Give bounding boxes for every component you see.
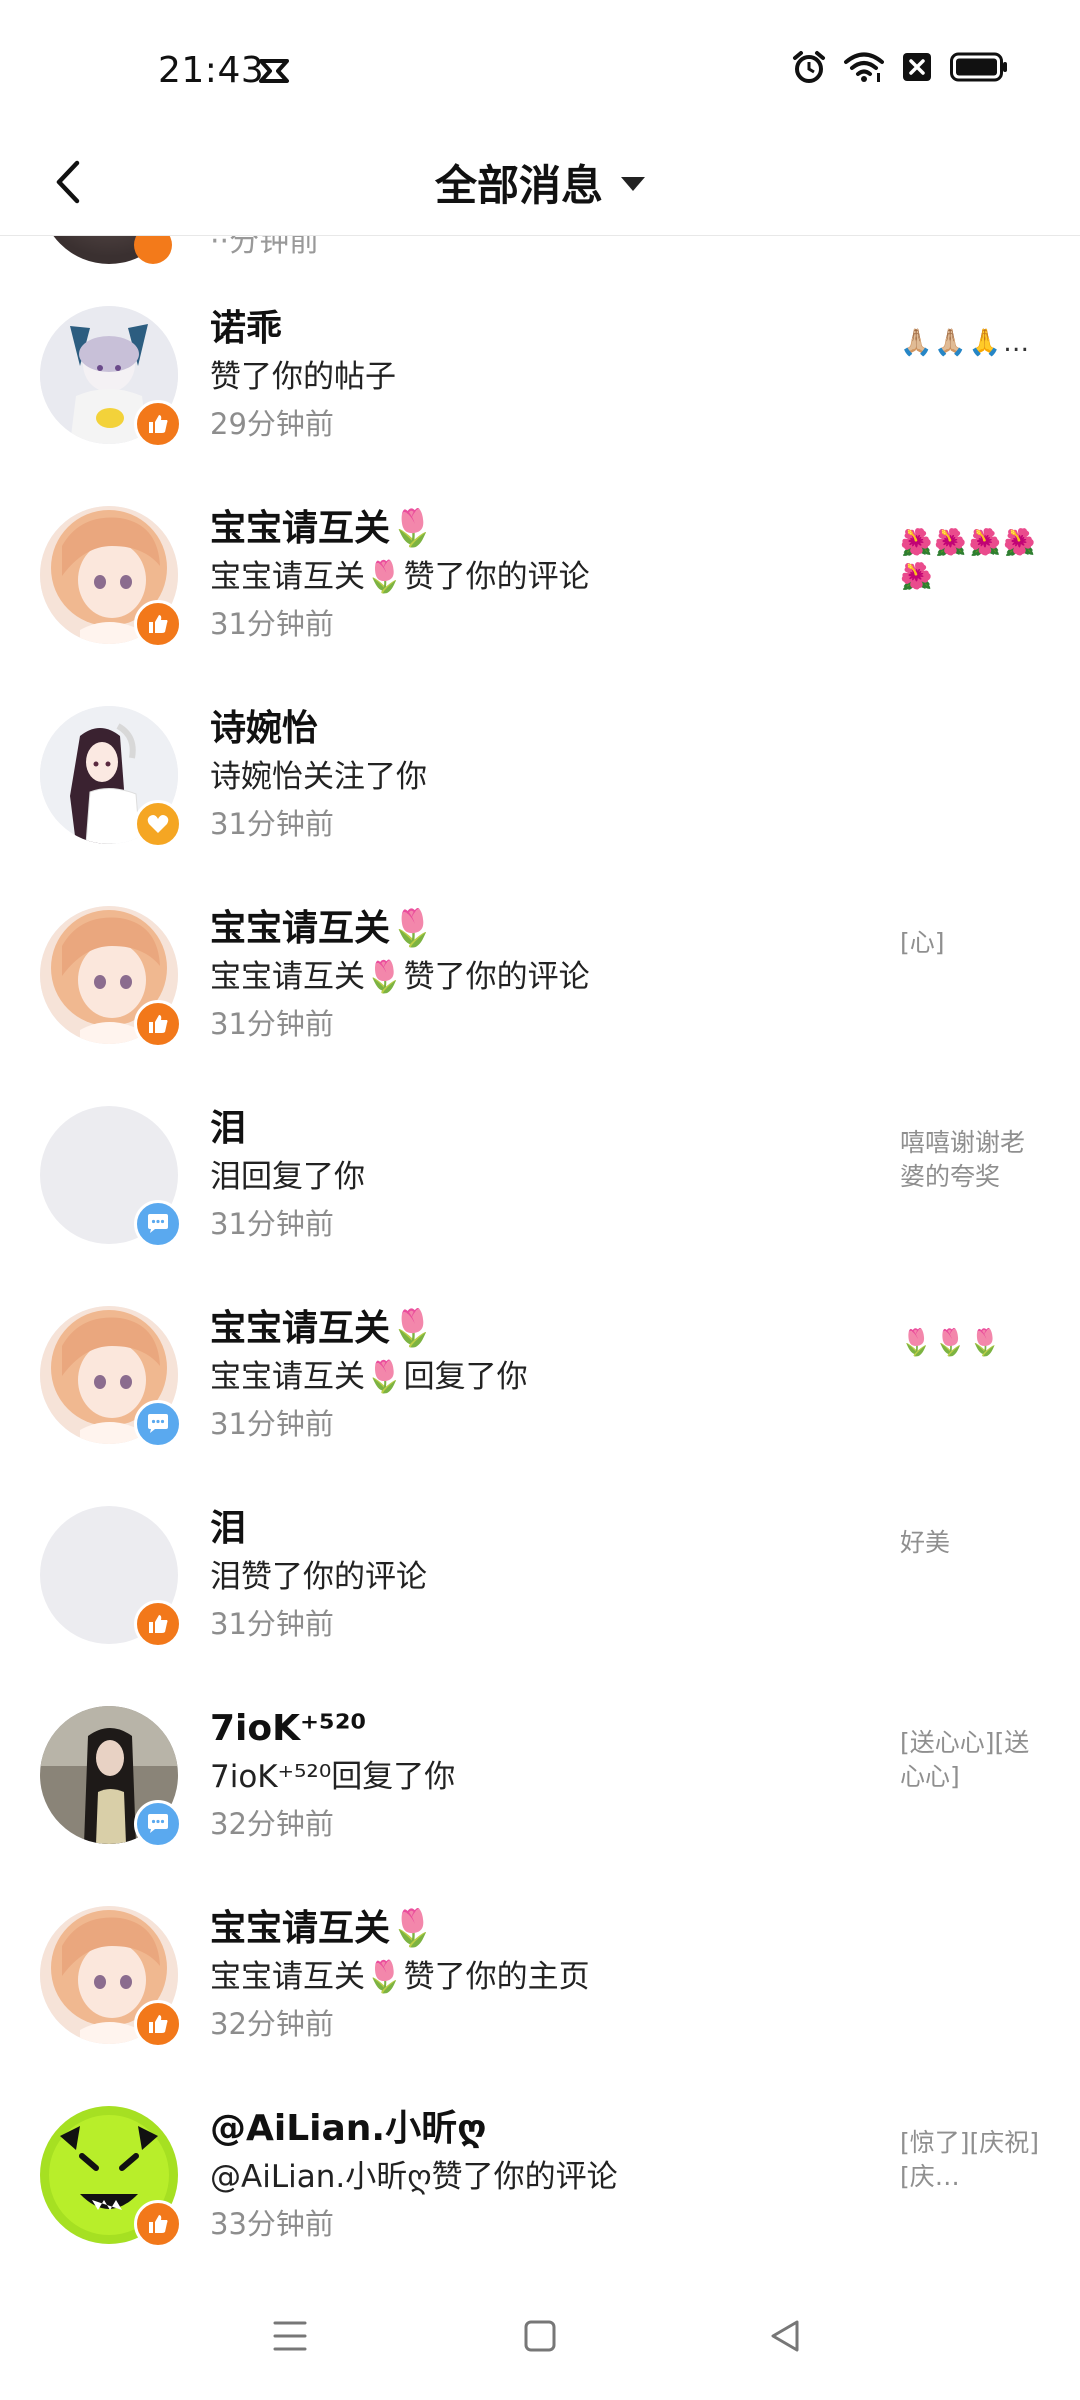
sender-name: @AiLian.小昕ღ xyxy=(210,2108,487,2149)
message-time: 31分钟前 xyxy=(210,1407,334,1441)
list-item[interactable]: 宝宝请互关🌷 宝宝请互关🌷赞了你的评论 31分钟前 [心] xyxy=(0,864,1080,1064)
message-action: 赞了你的帖子 xyxy=(210,359,396,395)
caret-down-icon xyxy=(621,177,645,191)
thumbs-up-icon xyxy=(134,600,182,648)
thumbs-up-icon xyxy=(134,2000,182,2048)
status-time: 21:43 xyxy=(158,50,265,91)
list-item[interactable]: @AiLian.小昕ღ @AiLian.小昕ღ赞了你的评论 33分钟前 [惊了]… xyxy=(0,2064,1080,2256)
capcut-icon xyxy=(259,59,289,83)
chat-bubble-icon xyxy=(134,1800,182,1848)
sender-name: 泪 xyxy=(210,1508,247,1549)
message-preview: 🙏🏼🙏🏼🙏… xyxy=(900,328,1032,358)
thumbs-up-icon xyxy=(134,400,182,448)
message-preview: 🌺🌺🌺🌺🌺 xyxy=(900,528,1038,592)
avatar-wrap[interactable] xyxy=(40,1506,182,1648)
battery-icon xyxy=(950,52,1007,82)
avatar-wrap[interactable] xyxy=(40,2106,182,2248)
menu-icon xyxy=(273,2321,307,2351)
sender-name: 7ioK⁺⁵²⁰ xyxy=(210,1708,367,1749)
sender-name: 诗婉怡 xyxy=(210,708,319,749)
sender-name: 宝宝请互关🌷 xyxy=(210,508,435,549)
thumbs-up-icon xyxy=(134,2200,182,2248)
list-item[interactable]: 宝宝请互关🌷 宝宝请互关🌷赞了你的评论 31分钟前 🌺🌺🌺🌺🌺 xyxy=(0,464,1080,664)
message-time: 31分钟前 xyxy=(210,1207,334,1241)
avatar-wrap[interactable] xyxy=(40,306,182,448)
menu-button[interactable] xyxy=(260,2306,320,2366)
header: 全部消息 xyxy=(0,130,1080,236)
message-time: 29分钟前 xyxy=(210,407,334,441)
message-action: 诗婉怡关注了你 xyxy=(210,759,427,795)
home-button[interactable] xyxy=(510,2306,570,2366)
message-time: 31分钟前 xyxy=(210,1607,334,1641)
message-list[interactable]: ··分钟前 诺乖 赞了你的帖子 29分钟前 🙏🏼🙏🏼🙏… 宝宝请互关🌷 宝宝请互… xyxy=(0,236,1080,2256)
alarm-icon xyxy=(793,51,825,83)
system-nav-bar xyxy=(0,2270,1080,2400)
list-item[interactable]: 7ioK⁺⁵²⁰ 7ioK⁺⁵²⁰回复了你 32分钟前 [送心心][送心心] xyxy=(0,1664,1080,1864)
message-action: 宝宝请互关🌷赞了你的评论 xyxy=(210,959,590,995)
thumbs-up-icon xyxy=(134,1000,182,1048)
sender-name: 诺乖 xyxy=(210,308,283,349)
message-time: 31分钟前 xyxy=(210,807,334,841)
avatar-wrap[interactable] xyxy=(40,1906,182,2048)
sender-name: 宝宝请互关🌷 xyxy=(210,908,435,949)
messages-page: 21:43 全部消息 ··分钟前 诺乖 赞了你的帖子 29分钟前 🙏🏼🙏🏼🙏… … xyxy=(0,0,1080,2400)
list-item[interactable]: 泪 泪回复了你 31分钟前 嘻嘻谢谢老婆的夸奖 xyxy=(0,1064,1080,1264)
chat-bubble-icon xyxy=(134,1200,182,1248)
status-bar: 21:43 xyxy=(0,0,1080,130)
list-item[interactable]: 诺乖 赞了你的帖子 29分钟前 🙏🏼🙏🏼🙏… xyxy=(0,264,1080,464)
wifi-icon xyxy=(844,52,884,82)
list-item[interactable]: 宝宝请互关🌷 宝宝请互关🌷回复了你 31分钟前 🌷🌷🌷 xyxy=(0,1264,1080,1464)
message-action: 泪赞了你的评论 xyxy=(210,1559,427,1595)
message-action: 7ioK⁺⁵²⁰回复了你 xyxy=(210,1759,456,1795)
message-preview: [心] xyxy=(900,928,945,957)
message-time: 32分钟前 xyxy=(210,1807,334,1841)
sender-name: 宝宝请互关🌷 xyxy=(210,1308,435,1349)
message-action: 泪回复了你 xyxy=(210,1159,365,1195)
message-time: 31分钟前 xyxy=(210,607,334,641)
list-item[interactable]: 诗婉怡 诗婉怡关注了你 31分钟前 xyxy=(0,664,1080,864)
sender-name: 泪 xyxy=(210,1108,247,1149)
avatar-wrap[interactable] xyxy=(40,906,182,1048)
message-preview: 嘻嘻谢谢老婆的夸奖 xyxy=(900,1128,1026,1191)
thumbs-up-icon xyxy=(134,1600,182,1648)
message-action: @AiLian.小昕ღ赞了你的评论 xyxy=(210,2159,618,2195)
status-icons xyxy=(792,50,1008,84)
chat-bubble-icon xyxy=(134,1400,182,1448)
sim-blocked-icon xyxy=(903,53,931,81)
avatar-wrap[interactable] xyxy=(40,1306,182,1448)
back-icon xyxy=(771,2320,799,2352)
message-time: 31分钟前 xyxy=(210,1007,334,1041)
home-icon xyxy=(524,2320,556,2352)
message-action: 宝宝请互关🌷赞了你的主页 xyxy=(210,1959,590,1995)
message-action: 宝宝请互关🌷回复了你 xyxy=(210,1359,528,1395)
avatar-wrap[interactable] xyxy=(40,1106,182,1248)
list-item[interactable]: 宝宝请互关🌷 宝宝请互关🌷赞了你的主页 32分钟前 xyxy=(0,1864,1080,2064)
message-time: ··分钟前 xyxy=(210,236,320,259)
heart-icon xyxy=(134,800,182,848)
message-preview: 好美 xyxy=(900,1528,951,1557)
message-time: 32分钟前 xyxy=(210,2007,334,2041)
page-title: 全部消息 xyxy=(434,160,603,210)
filter-dropdown[interactable]: 全部消息 xyxy=(0,150,1080,214)
avatar-wrap[interactable] xyxy=(40,506,182,648)
thumbs-up-icon xyxy=(134,236,172,264)
message-preview: 🌷🌷🌷 xyxy=(900,1328,1004,1358)
avatar-wrap[interactable] xyxy=(40,1706,182,1848)
message-time: 33分钟前 xyxy=(210,2207,334,2241)
message-action: 宝宝请互关🌷赞了你的评论 xyxy=(210,559,590,595)
nav-back-button[interactable] xyxy=(755,2306,815,2366)
avatar-wrap[interactable] xyxy=(40,706,182,848)
message-preview: [惊了][庆祝][庆… xyxy=(900,2128,1040,2191)
list-item[interactable]: 泪 泪赞了你的评论 31分钟前 好美 xyxy=(0,1464,1080,1664)
message-preview: [送心心][送心心] xyxy=(900,1728,1030,1791)
sender-name: 宝宝请互关🌷 xyxy=(210,1908,435,1949)
